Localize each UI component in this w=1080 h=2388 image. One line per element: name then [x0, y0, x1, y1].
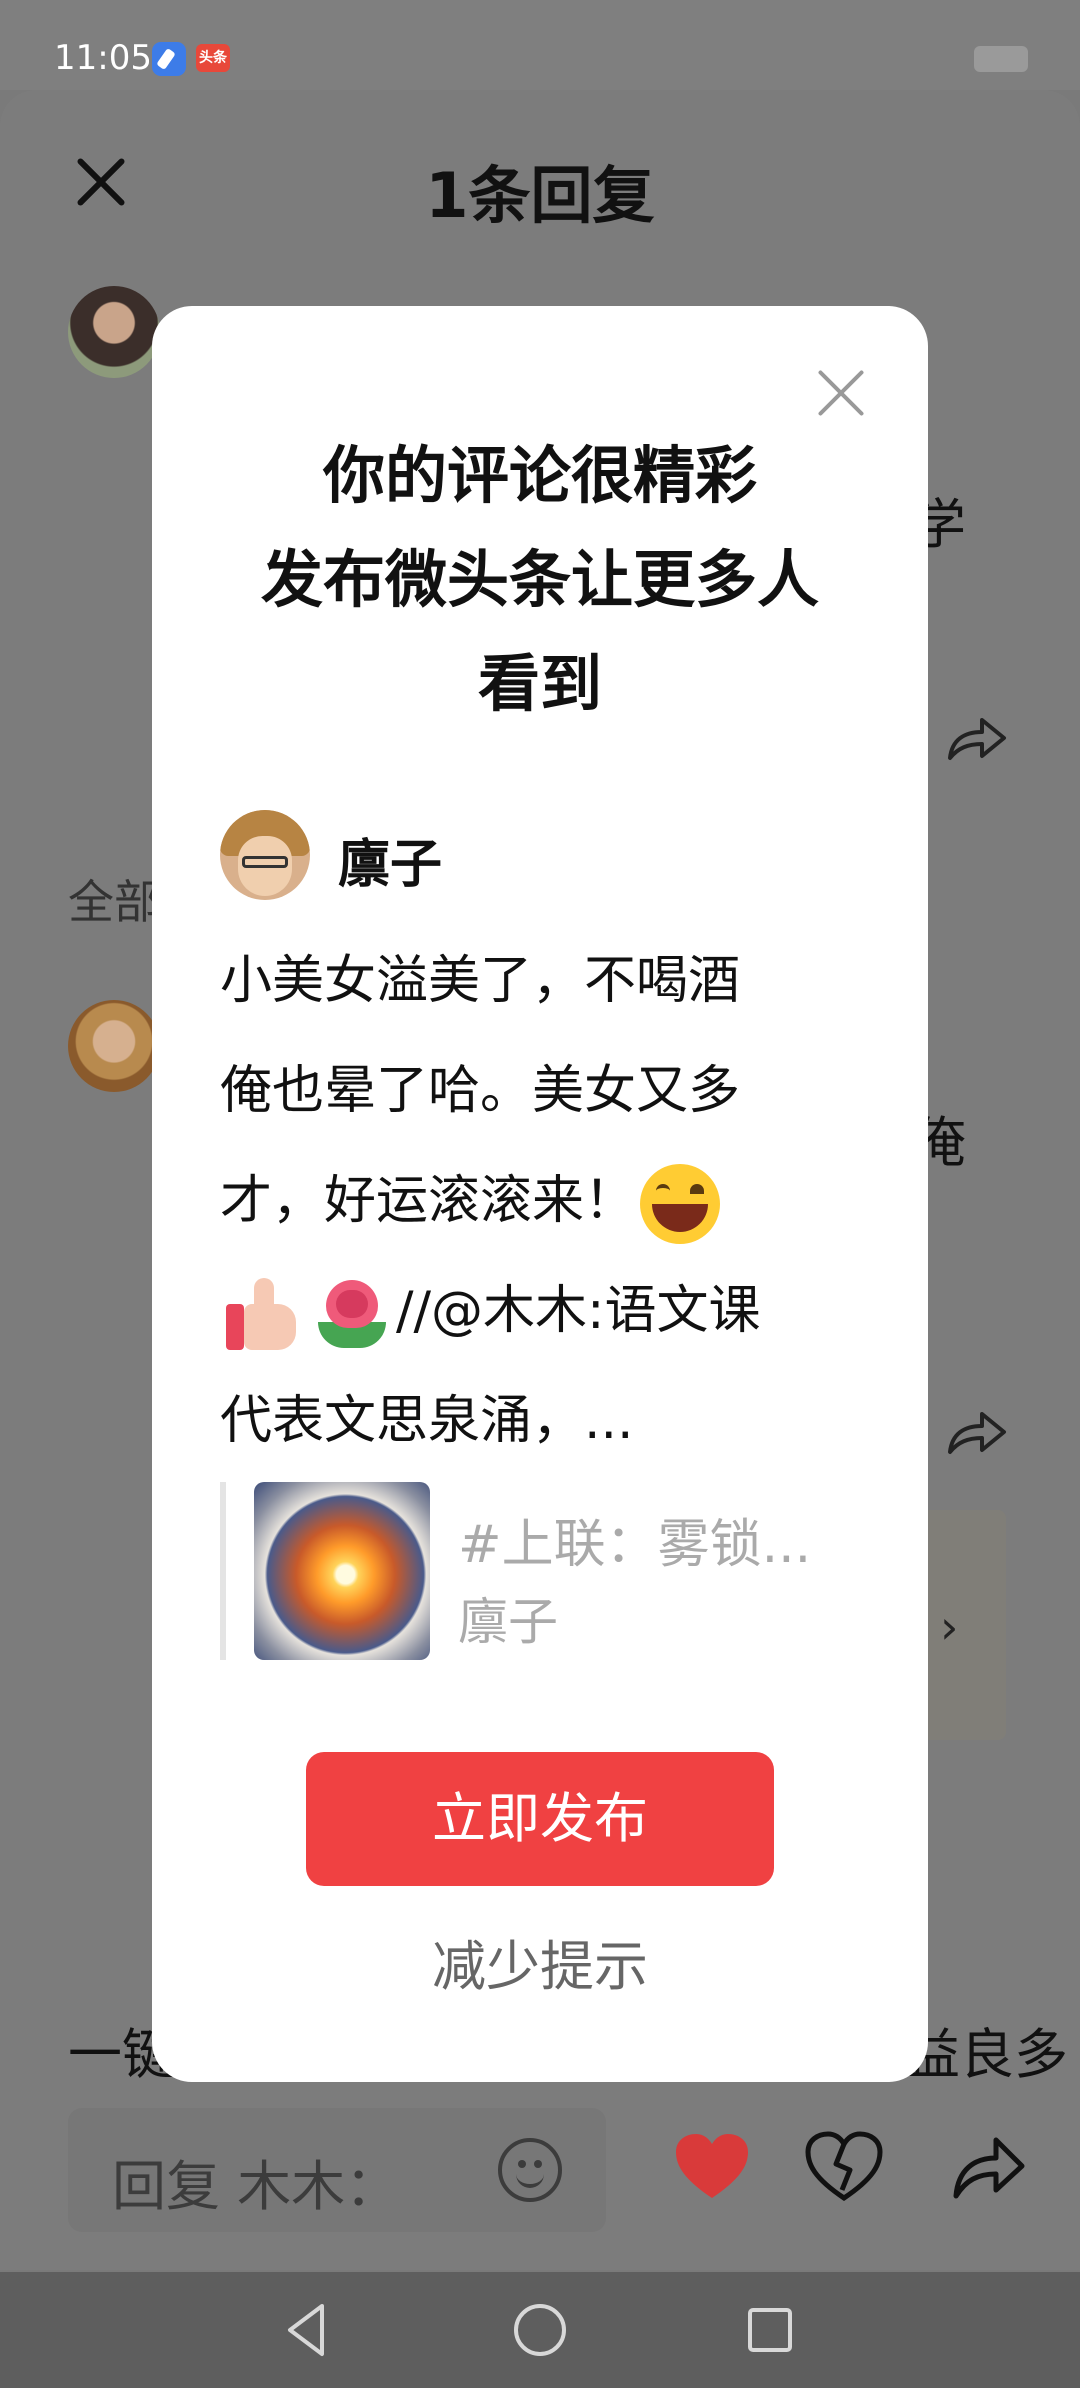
comment-line: 代表文思泉涌，...: [220, 1391, 634, 1451]
like-icon[interactable]: [672, 2130, 752, 2204]
broken-heart-icon[interactable]: [804, 2130, 884, 2204]
comment-fragment: 益良多: [906, 2023, 1068, 2086]
avatar[interactable]: [68, 286, 160, 378]
quote-title: #上联：雾锁...: [458, 1515, 812, 1575]
comment-text: 小美女溢美了，不喝酒 俺也晕了哈。美女又多 才，好运滚滚来！ //@木木:语文课…: [220, 926, 860, 1476]
share-icon[interactable]: [944, 714, 1008, 764]
thumbs-up-emoji-icon: [224, 1274, 304, 1354]
navigation-bar: [0, 2272, 1080, 2388]
comment-line: 小美女溢美了，不喝酒: [220, 951, 741, 1011]
quote-thumbnail: [254, 1482, 430, 1660]
avatar: [220, 810, 310, 900]
comment-line: 俺也晕了哈。美女又多: [220, 1061, 741, 1121]
dialog-title-line: 发布微头条让更多人: [260, 543, 819, 616]
close-icon[interactable]: [814, 366, 868, 420]
reduce-prompts-button[interactable]: 减少提示: [152, 1922, 928, 2001]
comment-line: 才，好运滚滚来！: [220, 1146, 860, 1256]
comment-line-text: //@木木:语文课: [396, 1281, 761, 1341]
share-icon[interactable]: [944, 1408, 1008, 1458]
section-label: 全部: [68, 875, 160, 929]
home-icon[interactable]: [508, 2298, 572, 2362]
sheet-title: 1条回复: [425, 159, 655, 232]
dialog-title-line: 看到: [477, 647, 602, 720]
publish-now-button[interactable]: 立即发布: [306, 1752, 774, 1886]
laughing-emoji-icon: [640, 1164, 721, 1244]
publish-prompt-dialog: 你的评论很精彩 发布微头条让更多人 看到 廪子 小美女溢美了，不喝酒 俺也晕了哈…: [152, 306, 928, 2082]
chevron-right-icon: ›: [940, 1600, 959, 1654]
recent-apps-icon[interactable]: [738, 2298, 802, 2362]
quote-divider: [220, 1482, 226, 1660]
share-icon[interactable]: [948, 2130, 1028, 2204]
dialog-title-line: 你的评论很精彩: [322, 439, 757, 512]
comment-line-text: 才，好运滚滚来！: [220, 1171, 637, 1231]
battery-icon: [974, 46, 1028, 72]
status-time: 11:05: [54, 38, 152, 78]
back-icon[interactable]: [276, 2298, 340, 2362]
emoji-icon[interactable]: [498, 2138, 562, 2202]
comment-line: //@木木:语文课: [220, 1256, 860, 1366]
reply-input[interactable]: 回复 木木：: [68, 2108, 606, 2232]
author-name: 廪子: [338, 835, 443, 895]
browser-app-icon: [152, 42, 186, 76]
rose-emoji-icon: [312, 1274, 392, 1354]
dialog-title: 你的评论很精彩 发布微头条让更多人 看到: [152, 424, 928, 736]
quote-author: 廪子: [458, 1593, 558, 1651]
reply-placeholder: 回复 木木：: [112, 2155, 400, 2218]
toutiao-app-icon: 头条: [196, 44, 230, 72]
status-bar: 11:05 头条: [0, 0, 1080, 90]
avatar[interactable]: [68, 1000, 160, 1092]
